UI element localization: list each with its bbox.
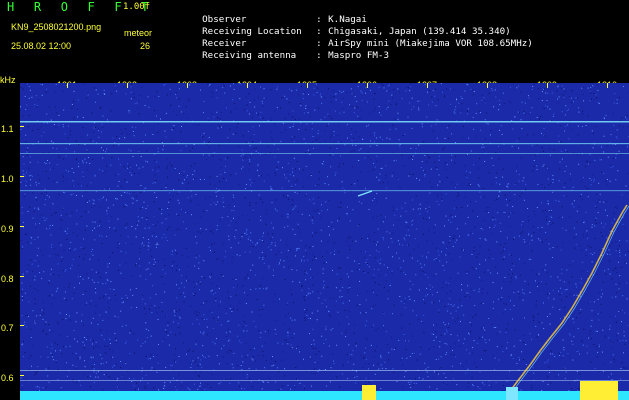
carrier-line bbox=[20, 143, 629, 145]
spectrogram-plot bbox=[20, 83, 629, 400]
version-label: 1.00f bbox=[123, 2, 151, 12]
baseline-burst bbox=[506, 387, 518, 400]
filename-label: KN9_2508021200.png bbox=[11, 22, 102, 32]
y-tick-label: 1.0 bbox=[1, 174, 14, 184]
x-tick-mark bbox=[127, 83, 128, 88]
y-tick-label: 0.7 bbox=[1, 323, 14, 333]
x-tick-mark bbox=[247, 83, 248, 88]
noise-layer bbox=[20, 83, 629, 400]
baseline-burst bbox=[362, 385, 376, 400]
y-tick-mark bbox=[20, 226, 24, 227]
x-tick-mark bbox=[367, 83, 368, 88]
x-tick-mark bbox=[487, 83, 488, 88]
x-tick-mark bbox=[67, 83, 68, 88]
y-unit-label: kHz bbox=[0, 75, 16, 85]
header-panel: H R O F F T 1.00f KN9_2508021200.png met… bbox=[0, 0, 629, 74]
baseline-band bbox=[20, 391, 629, 400]
info-value: Maspro FM-3 bbox=[328, 50, 389, 61]
meteor-label: meteor bbox=[124, 28, 153, 38]
carrier-line bbox=[20, 121, 629, 123]
baseline-burst bbox=[580, 381, 618, 400]
meteor-echo bbox=[357, 190, 373, 197]
y-tick-label: 0.8 bbox=[1, 274, 14, 284]
x-tick-mark bbox=[307, 83, 308, 88]
info-row-antenna: Receiving antenna: Maspro FM-3 bbox=[180, 39, 389, 72]
y-tick-label: 1.1 bbox=[1, 124, 14, 134]
carrier-line bbox=[20, 370, 629, 371]
meteor-count: 26 bbox=[140, 41, 151, 51]
carrier-line bbox=[20, 380, 629, 381]
y-tick-mark bbox=[20, 276, 24, 277]
x-tick-mark bbox=[547, 83, 548, 88]
carrier-line bbox=[20, 190, 629, 192]
doppler-trace bbox=[506, 204, 628, 396]
info-separator: : bbox=[316, 50, 322, 61]
datetime-label: 25.08.02 12:00 bbox=[11, 41, 72, 51]
info-key: Receiving antenna bbox=[202, 50, 297, 61]
x-tick-mark bbox=[607, 83, 608, 88]
carrier-line bbox=[20, 153, 629, 154]
x-tick-mark bbox=[427, 83, 428, 88]
y-tick-label: 0.9 bbox=[1, 224, 14, 234]
spectrogram-canvas bbox=[20, 83, 629, 400]
y-tick-mark bbox=[20, 375, 24, 376]
x-tick-mark bbox=[187, 83, 188, 88]
y-tick-mark bbox=[20, 325, 24, 326]
y-tick-label: 0.6 bbox=[1, 373, 14, 383]
y-tick-mark bbox=[20, 176, 24, 177]
y-tick-mark bbox=[20, 126, 24, 127]
